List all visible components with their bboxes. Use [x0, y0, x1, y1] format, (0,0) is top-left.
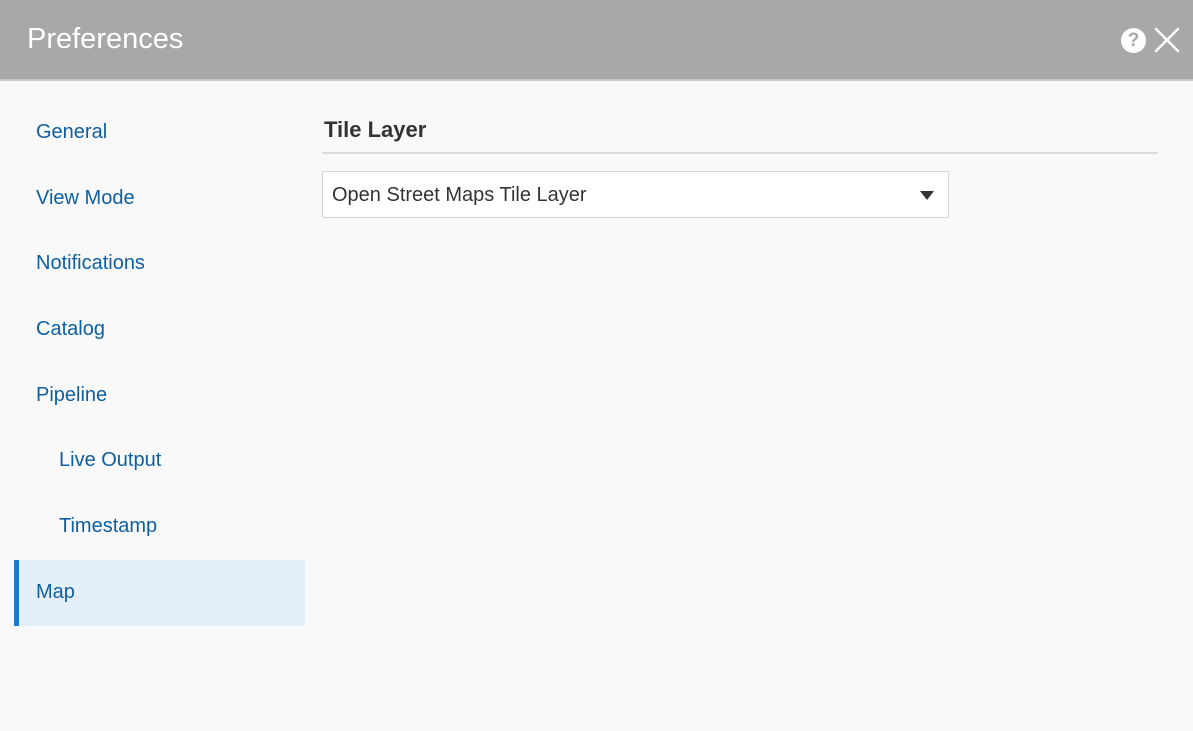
tile-layer-selected-value: Open Street Maps Tile Layer: [332, 184, 587, 206]
help-circle-icon: ?: [1127, 30, 1140, 51]
section-title: Tile Layer: [324, 117, 427, 142]
sidebar-item-pipeline[interactable]: Pipeline: [14, 363, 305, 429]
sidebar-item-label: Live Output: [59, 449, 162, 472]
sidebar-item-notifications[interactable]: Notifications: [14, 231, 305, 297]
sidebar-item-catalog[interactable]: Catalog: [14, 297, 305, 363]
help-button[interactable]: ?: [1121, 28, 1146, 53]
sidebar-item-view-mode[interactable]: View Mode: [14, 166, 305, 232]
sidebar-item-label: Map: [36, 580, 75, 603]
close-x-icon: [1154, 27, 1180, 53]
sidebar-item-general[interactable]: General: [14, 100, 305, 166]
sidebar-item-label: View Mode: [36, 186, 135, 209]
sidebar-item-label: Timestamp: [59, 515, 158, 538]
section-divider: [322, 152, 1158, 154]
sidebar-item-live-output[interactable]: Live Output: [14, 428, 305, 494]
sidebar-item-label: Notifications: [36, 252, 145, 275]
dialog-title: Preferences: [27, 23, 184, 55]
sidebar-item-label: Pipeline: [36, 383, 108, 406]
sidebar-item-map[interactable]: Map: [14, 559, 305, 626]
dialog-titlebar: Preferences ?: [0, 0, 1193, 81]
tile-layer-select[interactable]: Open Street Maps Tile Layer: [322, 171, 949, 218]
preferences-sidebar: General View Mode Notifications Catalog …: [14, 100, 305, 626]
caret-down-icon: [920, 191, 934, 200]
sidebar-item-timestamp[interactable]: Timestamp: [14, 494, 305, 560]
preferences-dialog: Preferences ? General View Mode Notifica…: [0, 0, 1193, 731]
close-button[interactable]: [1154, 27, 1180, 53]
sidebar-item-label: General: [36, 121, 108, 143]
sidebar-item-label: Catalog: [36, 318, 105, 341]
